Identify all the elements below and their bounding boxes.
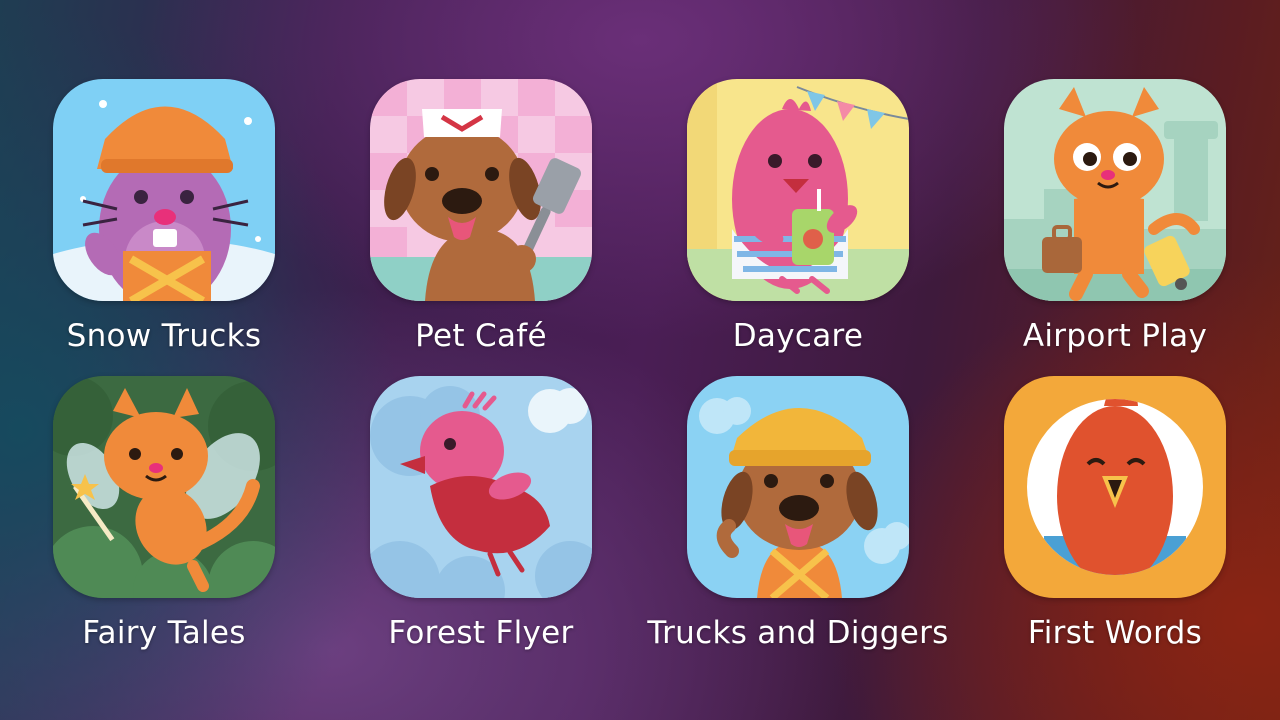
app-label: First Words <box>1027 615 1203 651</box>
app-label: Pet Café <box>415 318 547 354</box>
app-label: Daycare <box>732 318 864 354</box>
app-icon-first-words[interactable] <box>1004 376 1226 598</box>
app-label: Airport Play <box>1022 318 1208 354</box>
beaver-snow-trucks-icon <box>53 79 275 301</box>
dog-builder-icon <box>687 376 909 598</box>
app-icon-forest-flyer[interactable] <box>370 376 592 598</box>
app-label: Forest Flyer <box>388 615 574 651</box>
red-bird-flyer-icon <box>370 376 592 598</box>
bird-daycare-icon <box>687 79 909 301</box>
app-icon-trucks-and-diggers[interactable] <box>687 376 909 598</box>
app-label: Fairy Tales <box>82 615 246 651</box>
parrot-first-words-icon <box>1004 376 1226 598</box>
cat-airport-icon <box>1004 79 1226 301</box>
app-label: Trucks and Diggers <box>647 615 949 651</box>
app-icon-pet-cafe[interactable] <box>370 79 592 301</box>
dog-chef-pet-cafe-icon <box>370 79 592 301</box>
app-icon-airport-play[interactable] <box>1004 79 1226 301</box>
app-label: Snow Trucks <box>66 318 262 354</box>
app-icon-snow-trucks[interactable] <box>53 79 275 301</box>
app-icon-daycare[interactable] <box>687 79 909 301</box>
app-icon-fairy-tales[interactable] <box>53 376 275 598</box>
cat-fairy-icon <box>53 376 275 598</box>
